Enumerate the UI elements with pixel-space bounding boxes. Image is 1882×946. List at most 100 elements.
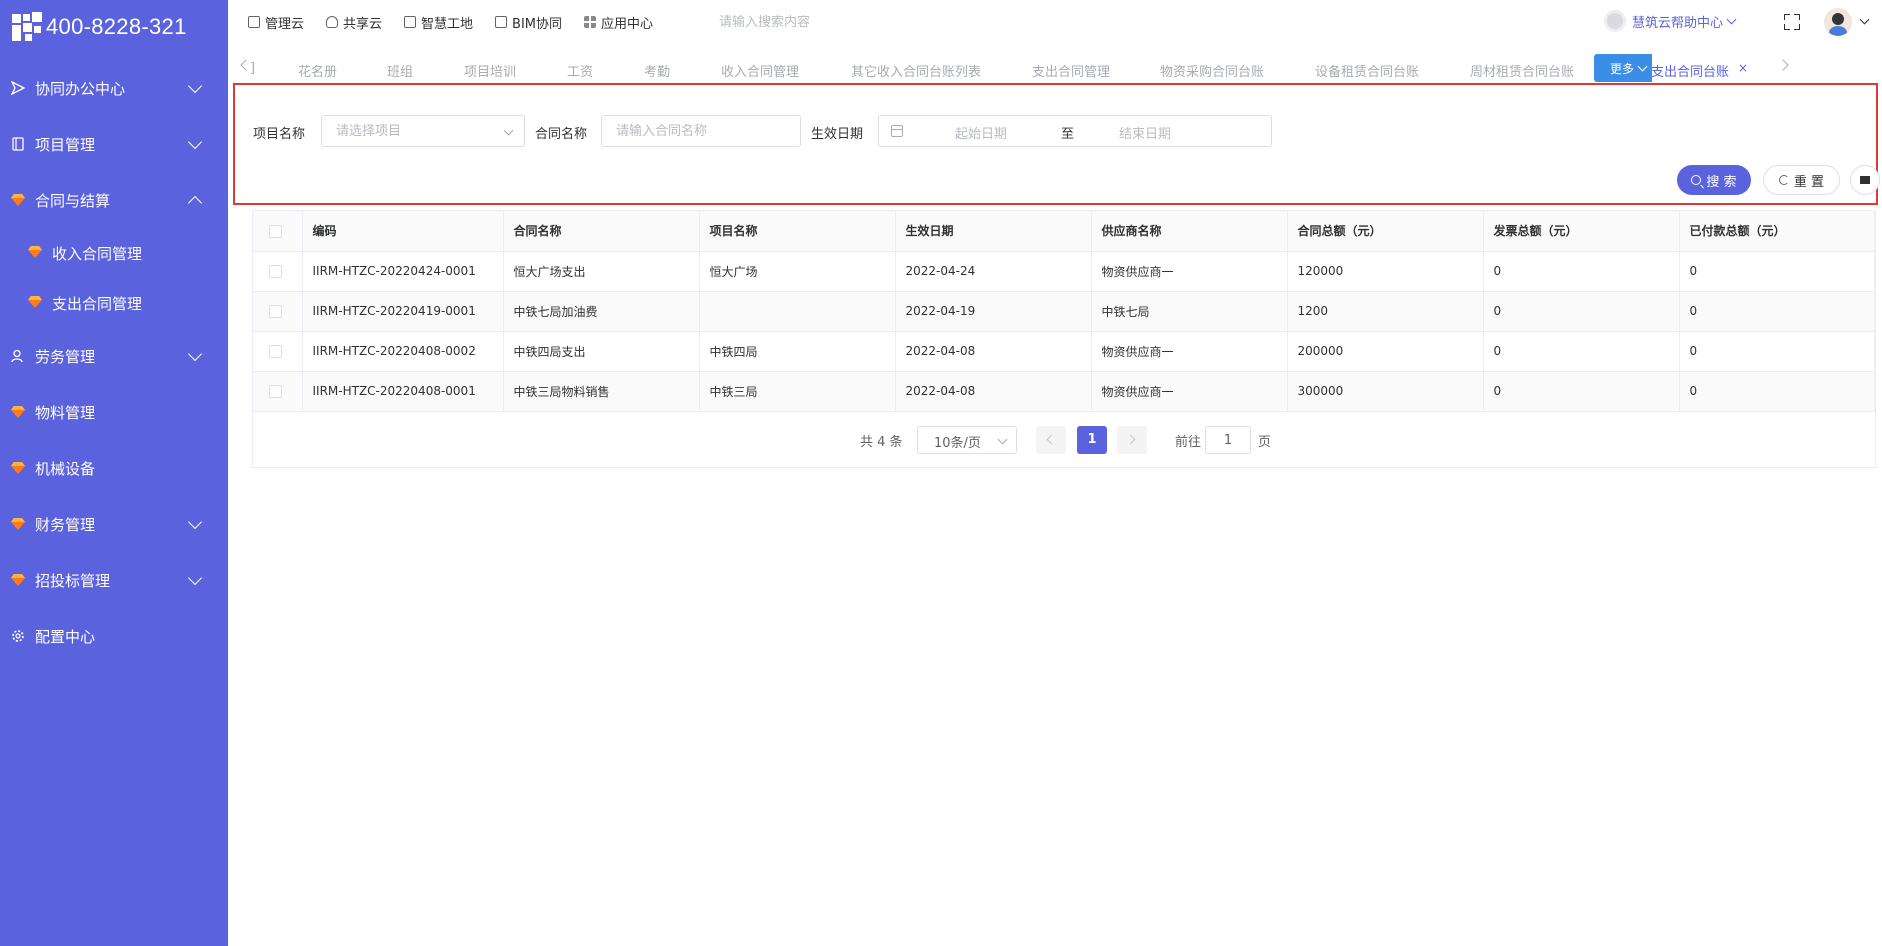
tab-turnover-material-ledger[interactable]: 周材租赁合同台账	[1470, 61, 1574, 80]
cell-project-name: 中铁三局	[699, 371, 896, 412]
cell-paid-total: 0	[1679, 371, 1875, 412]
refresh-icon	[1778, 175, 1789, 185]
send-icon	[10, 80, 26, 96]
sidebar-subitem-income-contract[interactable]: 收入合同管理	[0, 228, 228, 278]
fullscreen-icon[interactable]	[1784, 14, 1800, 30]
help-center-dropdown[interactable]: 慧筑云帮助中心	[1604, 10, 1737, 32]
column-header[interactable]: 合同名称	[503, 211, 700, 252]
tab-equipment-rental-ledger[interactable]: 设备租赁合同台账	[1315, 61, 1419, 80]
next-page-button[interactable]	[1117, 426, 1147, 454]
top-nav-label: 管理云	[265, 16, 305, 32]
tab-project-training[interactable]: 项目培训	[464, 61, 516, 80]
tab-attendance[interactable]: 考勤	[644, 61, 670, 80]
cube-icon	[495, 16, 508, 28]
help-badge-icon	[1604, 10, 1626, 32]
sidebar-item-machinery[interactable]: 机械设备	[0, 440, 228, 496]
row-checkbox[interactable]	[269, 345, 282, 358]
logo-mark-icon	[12, 12, 42, 42]
tab-income-contract[interactable]: 收入合同管理	[721, 61, 799, 80]
close-icon[interactable]: ×	[1738, 61, 1748, 75]
top-nav-bim[interactable]: BIM协同	[495, 13, 562, 32]
sidebar-item-labor-management[interactable]: 劳务管理	[0, 328, 228, 384]
column-header[interactable]: 发票总额（元）	[1483, 211, 1680, 252]
gem-icon	[10, 516, 26, 532]
page-number-current[interactable]: 1	[1077, 426, 1107, 454]
sidebar-item-label: 协同办公中心	[35, 79, 126, 98]
sidebar-item-label: 支出合同管理	[52, 294, 143, 313]
table-row[interactable]: IIRM-HTZC-20220408-0002 中铁四局支出 中铁四局 2022…	[253, 331, 1875, 372]
tab-roster[interactable]: 花名册	[298, 61, 337, 80]
top-nav-management-cloud[interactable]: 管理云	[248, 13, 304, 32]
pagination: 共 4 条 10条/页 1 前往 页	[252, 424, 1876, 454]
user-avatar[interactable]	[1824, 8, 1852, 36]
reset-button[interactable]: 重 置	[1763, 165, 1840, 195]
project-select[interactable]	[321, 115, 525, 147]
cell-invoice-total: 0	[1483, 291, 1680, 332]
tab-team[interactable]: 班组	[387, 61, 413, 80]
gem-icon	[10, 404, 26, 420]
date-range-picker[interactable]: 起始日期 至 结束日期	[878, 115, 1272, 147]
column-settings-button[interactable]	[1850, 165, 1880, 195]
sidebar-item-label: 收入合同管理	[52, 244, 143, 263]
sidebar-item-bidding[interactable]: 招投标管理	[0, 552, 228, 608]
column-header[interactable]: 合同总额（元）	[1287, 211, 1484, 252]
select-all-checkbox[interactable]	[269, 224, 282, 238]
chevron-down-icon[interactable]	[1859, 14, 1870, 25]
sidebar-subitem-expense-contract[interactable]: 支出合同管理	[0, 278, 228, 328]
row-checkbox[interactable]	[269, 305, 282, 318]
tab-other-income-ledger[interactable]: 其它收入合同台账列表	[851, 61, 981, 80]
cell-effective-date: 2022-04-08	[895, 331, 1092, 372]
top-nav-smart-site[interactable]: 智慧工地	[404, 13, 473, 32]
sidebar-item-label: 财务管理	[35, 515, 96, 534]
table-row[interactable]: IIRM-HTZC-20220408-0001 中铁三局物料销售 中铁三局 20…	[253, 371, 1875, 412]
contract-name-input[interactable]	[601, 115, 801, 147]
pagination-total: 共 4 条	[860, 435, 903, 450]
top-nav-label: 共享云	[343, 16, 383, 32]
sidebar-item-contract-settlement[interactable]: 合同与结算	[0, 172, 228, 228]
sidebar-item-label: 项目管理	[35, 135, 96, 154]
column-header[interactable]: 供应商名称	[1091, 211, 1288, 252]
column-header[interactable]: 生效日期	[895, 211, 1092, 252]
top-nav-label: 智慧工地	[421, 16, 474, 32]
row-checkbox[interactable]	[269, 385, 282, 398]
column-header[interactable]: 编码	[302, 211, 504, 252]
cell-supplier: 物资供应商一	[1091, 331, 1288, 372]
sidebar-item-project-management[interactable]: 项目管理	[0, 116, 228, 172]
prev-page-button[interactable]	[1036, 426, 1066, 454]
table-row[interactable]: IIRM-HTZC-20220424-0001 恒大广场支出 恒大广场 2022…	[253, 251, 1875, 292]
search-button-label: 搜 索	[1706, 174, 1737, 190]
row-select-cell	[253, 331, 303, 372]
sidebar-item-config-center[interactable]: 配置中心	[0, 608, 228, 664]
top-nav-shared-cloud[interactable]: 共享云	[326, 13, 382, 32]
cell-invoice-total: 0	[1483, 331, 1680, 372]
chevron-down-icon	[187, 78, 203, 93]
row-checkbox[interactable]	[269, 265, 282, 278]
top-nav-app-center[interactable]: 应用中心	[584, 13, 653, 32]
help-center-label: 慧筑云帮助中心	[1632, 15, 1724, 31]
column-header[interactable]: 项目名称	[699, 211, 896, 252]
logo[interactable]: 400-8228-321	[0, 0, 228, 54]
global-search-input[interactable]	[719, 14, 940, 30]
sidebar: 400-8228-321 协同办公中心 项目管理 合同与结算 收入合同管理 支出…	[0, 0, 228, 946]
sidebar-item-label: 招投标管理	[35, 571, 111, 590]
sidebar-item-label: 机械设备	[35, 459, 96, 478]
goto-page-input[interactable]	[1205, 426, 1251, 454]
tab-wages[interactable]: 工资	[567, 61, 593, 80]
cell-effective-date: 2022-04-08	[895, 371, 1092, 412]
tab-expense-contract[interactable]: 支出合同管理	[1032, 61, 1110, 80]
table-row[interactable]: IIRM-HTZC-20220419-0001 中铁七局加油费 2022-04-…	[253, 291, 1875, 332]
page-size-select[interactable]: 10条/页	[917, 426, 1017, 454]
gem-icon	[28, 294, 42, 312]
column-header[interactable]: 已付款总额（元）	[1679, 211, 1875, 252]
tabs-scroll-right-icon[interactable]	[1777, 59, 1789, 71]
sidebar-item-material-management[interactable]: 物料管理	[0, 384, 228, 440]
more-tabs-button[interactable]: 更多	[1594, 54, 1652, 82]
search-button[interactable]: 搜 索	[1677, 165, 1751, 195]
tab-material-purchase-ledger[interactable]: 物资采购合同台账	[1160, 61, 1264, 80]
end-date-input[interactable]: 结束日期	[1119, 123, 1171, 142]
start-date-input[interactable]: 起始日期	[955, 123, 1007, 142]
sidebar-item-finance[interactable]: 财务管理	[0, 496, 228, 552]
cell-code: IIRM-HTZC-20220408-0002	[302, 331, 504, 372]
sidebar-item-collab-office[interactable]: 协同办公中心	[0, 60, 228, 116]
grid-icon	[1860, 176, 1870, 184]
